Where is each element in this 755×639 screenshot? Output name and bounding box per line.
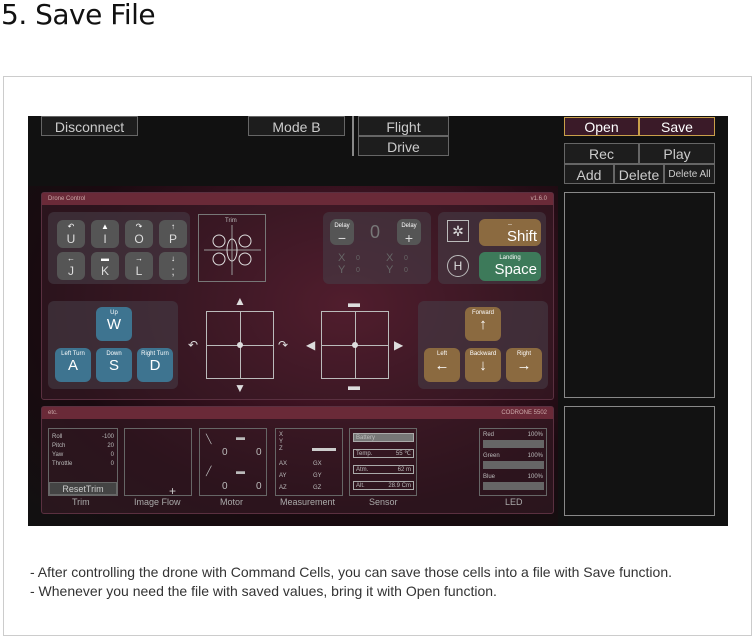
flight-button[interactable]: Flight — [358, 116, 449, 136]
throttle-down-icon: ▼ — [234, 381, 246, 395]
command-list-panel[interactable] — [564, 192, 715, 398]
app-screenshot: Disconnect Mode B Flight Drive Open Save… — [28, 116, 728, 526]
save-button[interactable]: Save — [639, 117, 715, 136]
a-key[interactable]: Left Turn A — [55, 348, 91, 382]
w-key[interactable]: Up W — [96, 307, 132, 341]
xy-readout: X0 X0 Y0 Y0 — [338, 252, 408, 276]
right-joystick-dot — [352, 342, 358, 348]
left-joystick-dot — [237, 342, 243, 348]
page-heading: 5. Save File — [1, 0, 156, 31]
drive-button[interactable]: Drive — [358, 136, 449, 156]
sensor-label: Sensor — [369, 497, 398, 507]
drone-icon — [204, 225, 261, 275]
sensor-box: Battery Temp. 55 ℃ Atm. 62 m Alt. 28.9 Cm — [349, 428, 417, 496]
key-o[interactable]: ↷ O — [125, 220, 153, 248]
reset-trim-button[interactable]: ResetTrim — [49, 482, 117, 495]
forward-key[interactable]: Forward ↑ — [465, 307, 501, 341]
key-j[interactable]: ← J — [57, 252, 85, 280]
space-key[interactable]: Landing Space — [479, 252, 541, 281]
trim-section-label: Trim — [72, 497, 90, 507]
roll-right-icon: ▶ — [394, 338, 404, 352]
image-flow-box: + — [124, 428, 192, 498]
left-key[interactable]: Left ← — [424, 348, 460, 382]
delay-value: 0 — [370, 222, 381, 242]
pitch-backward-icon: ▬ — [348, 379, 360, 393]
throttle-up-icon: ▲ — [234, 294, 246, 308]
add-button[interactable]: Add — [564, 164, 614, 184]
note-open: - Whenever you need the file with saved … — [30, 583, 497, 599]
mode-button[interactable]: Mode B — [248, 116, 345, 136]
key-u[interactable]: ↶ U — [57, 220, 85, 248]
trim-box: Trim — [198, 214, 266, 282]
key-i[interactable]: ▲ I — [91, 220, 119, 248]
disconnect-button[interactable]: Disconnect — [41, 116, 138, 136]
right-key[interactable]: Right → — [506, 348, 542, 382]
s-key[interactable]: Down S — [96, 348, 132, 382]
motor-label: Motor — [220, 497, 244, 507]
key-semicolon[interactable]: ↓; — [159, 252, 187, 280]
helipad-icon: H — [447, 255, 469, 277]
image-flow-label: Image Flow — [134, 497, 181, 507]
led-label: LED — [505, 497, 523, 507]
roll-left-icon: ◀ — [306, 338, 316, 352]
d-key[interactable]: Right Turn D — [137, 348, 173, 382]
delete-button[interactable]: Delete — [614, 164, 664, 184]
divider — [352, 116, 356, 156]
delete-all-button[interactable]: Delete All — [664, 164, 715, 184]
play-button[interactable]: Play — [639, 143, 715, 164]
key-p[interactable]: ↑ P — [159, 220, 187, 248]
delay-plus-button[interactable]: Delay + — [397, 219, 421, 245]
command-detail-panel[interactable] — [564, 406, 715, 516]
shift-key[interactable]: -- Shift — [479, 219, 541, 246]
measurement-box: X Y Z AX GX AY GY AZ GZ — [275, 428, 343, 496]
yaw-left-icon: ↶ — [188, 338, 199, 352]
key-l[interactable]: → L — [125, 252, 153, 280]
backward-key[interactable]: Backward ↓ — [465, 348, 501, 382]
measurement-label: Measurement — [280, 497, 336, 507]
rec-button[interactable]: Rec — [564, 143, 639, 164]
motor-box: ╲ ▬ ╱ ▬ 0 0 0 0 — [199, 428, 267, 496]
key-k[interactable]: ▬ K — [91, 252, 119, 280]
panel-title: Drone Control v1.6.0 — [42, 193, 553, 205]
open-button[interactable]: Open — [564, 117, 639, 136]
propeller-icon: ✲ — [447, 220, 469, 242]
delay-minus-button[interactable]: Delay − — [330, 219, 354, 245]
led-box: Red 100% Green 100% Blue 100% — [479, 428, 547, 496]
note-save: - After controlling the drone with Comma… — [30, 564, 672, 580]
yaw-right-icon: ↷ — [278, 338, 289, 352]
panel-title: etc. CODRONE 5502 — [42, 407, 553, 419]
pitch-forward-icon: ▬ — [348, 296, 360, 310]
